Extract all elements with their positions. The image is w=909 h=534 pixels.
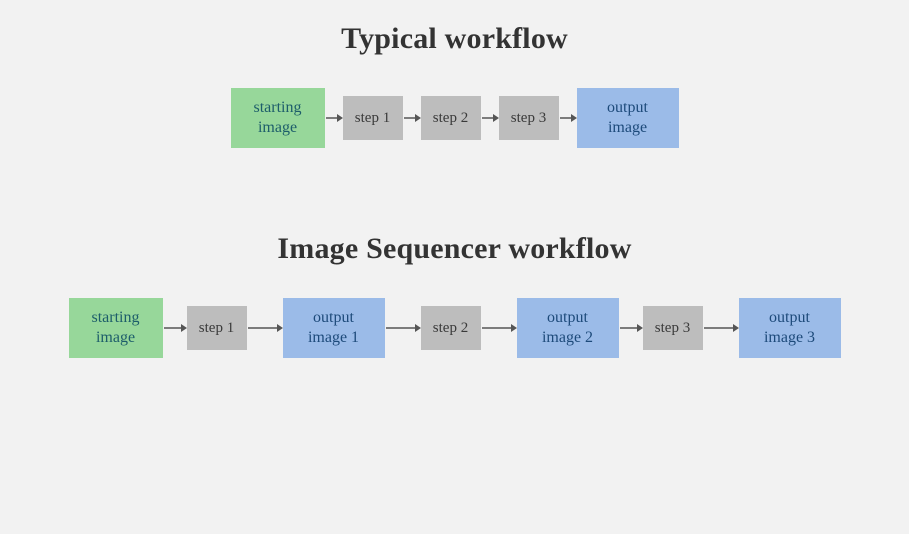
arrow-icon [703, 322, 739, 334]
arrow-icon [325, 112, 343, 124]
output-image-2-box: output image 2 [517, 298, 619, 358]
sequencer-workflow-section: Image Sequencer workflow starting image … [0, 148, 909, 358]
step-1-box: step 1 [343, 96, 403, 140]
arrow-icon [163, 322, 187, 334]
step-2-box: step 2 [421, 306, 481, 350]
typical-workflow-title: Typical workflow [341, 22, 568, 56]
typical-workflow-section: Typical workflow starting image step 1 s… [0, 0, 909, 148]
output-image-box: output image [577, 88, 679, 148]
output-image-3-box: output image 3 [739, 298, 841, 358]
typical-workflow-row: starting image step 1 step 2 step 3 outp… [231, 88, 679, 148]
output-image-1-box: output image 1 [283, 298, 385, 358]
starting-image-box: starting image [69, 298, 163, 358]
step-2-box: step 2 [421, 96, 481, 140]
arrow-icon [247, 322, 283, 334]
arrow-icon [619, 322, 643, 334]
sequencer-workflow-title: Image Sequencer workflow [277, 232, 631, 266]
arrow-icon [481, 322, 517, 334]
step-3-box: step 3 [643, 306, 703, 350]
arrow-icon [403, 112, 421, 124]
sequencer-workflow-row: starting image step 1 output image 1 ste… [69, 298, 841, 358]
arrow-icon [559, 112, 577, 124]
arrow-icon [385, 322, 421, 334]
arrow-icon [481, 112, 499, 124]
step-1-box: step 1 [187, 306, 247, 350]
starting-image-box: starting image [231, 88, 325, 148]
step-3-box: step 3 [499, 96, 559, 140]
